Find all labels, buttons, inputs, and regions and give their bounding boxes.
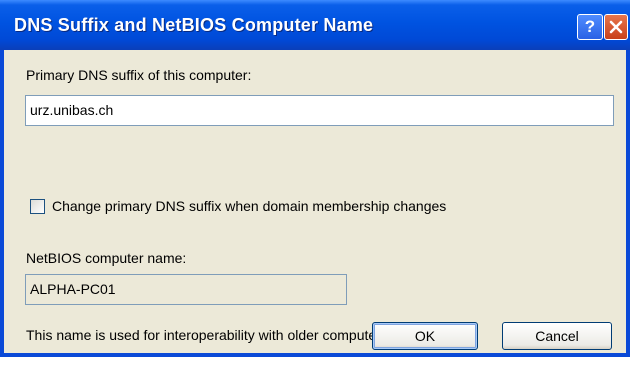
- close-icon: [609, 20, 623, 34]
- help-icon: ?: [584, 17, 596, 36]
- change-suffix-label[interactable]: Change primary DNS suffix when domain me…: [52, 198, 446, 214]
- ok-button[interactable]: OK: [372, 322, 478, 350]
- change-suffix-checkbox[interactable]: [30, 199, 45, 214]
- primary-dns-input[interactable]: urz.unibas.ch: [25, 95, 614, 126]
- cancel-button[interactable]: Cancel: [502, 322, 612, 350]
- dialog-window: DNS Suffix and NetBIOS Computer Name ? P…: [0, 0, 630, 357]
- close-button[interactable]: [604, 14, 628, 40]
- dialog-body: Primary DNS suffix of this computer: urz…: [4, 50, 626, 353]
- title-bar[interactable]: DNS Suffix and NetBIOS Computer Name ?: [0, 0, 630, 50]
- netbios-name-field: ALPHA-PC01: [25, 274, 347, 305]
- help-button[interactable]: ?: [577, 14, 603, 40]
- netbios-label: NetBIOS computer name:: [26, 250, 187, 266]
- primary-dns-label: Primary DNS suffix of this computer:: [26, 67, 252, 83]
- dialog-title: DNS Suffix and NetBIOS Computer Name: [14, 15, 374, 35]
